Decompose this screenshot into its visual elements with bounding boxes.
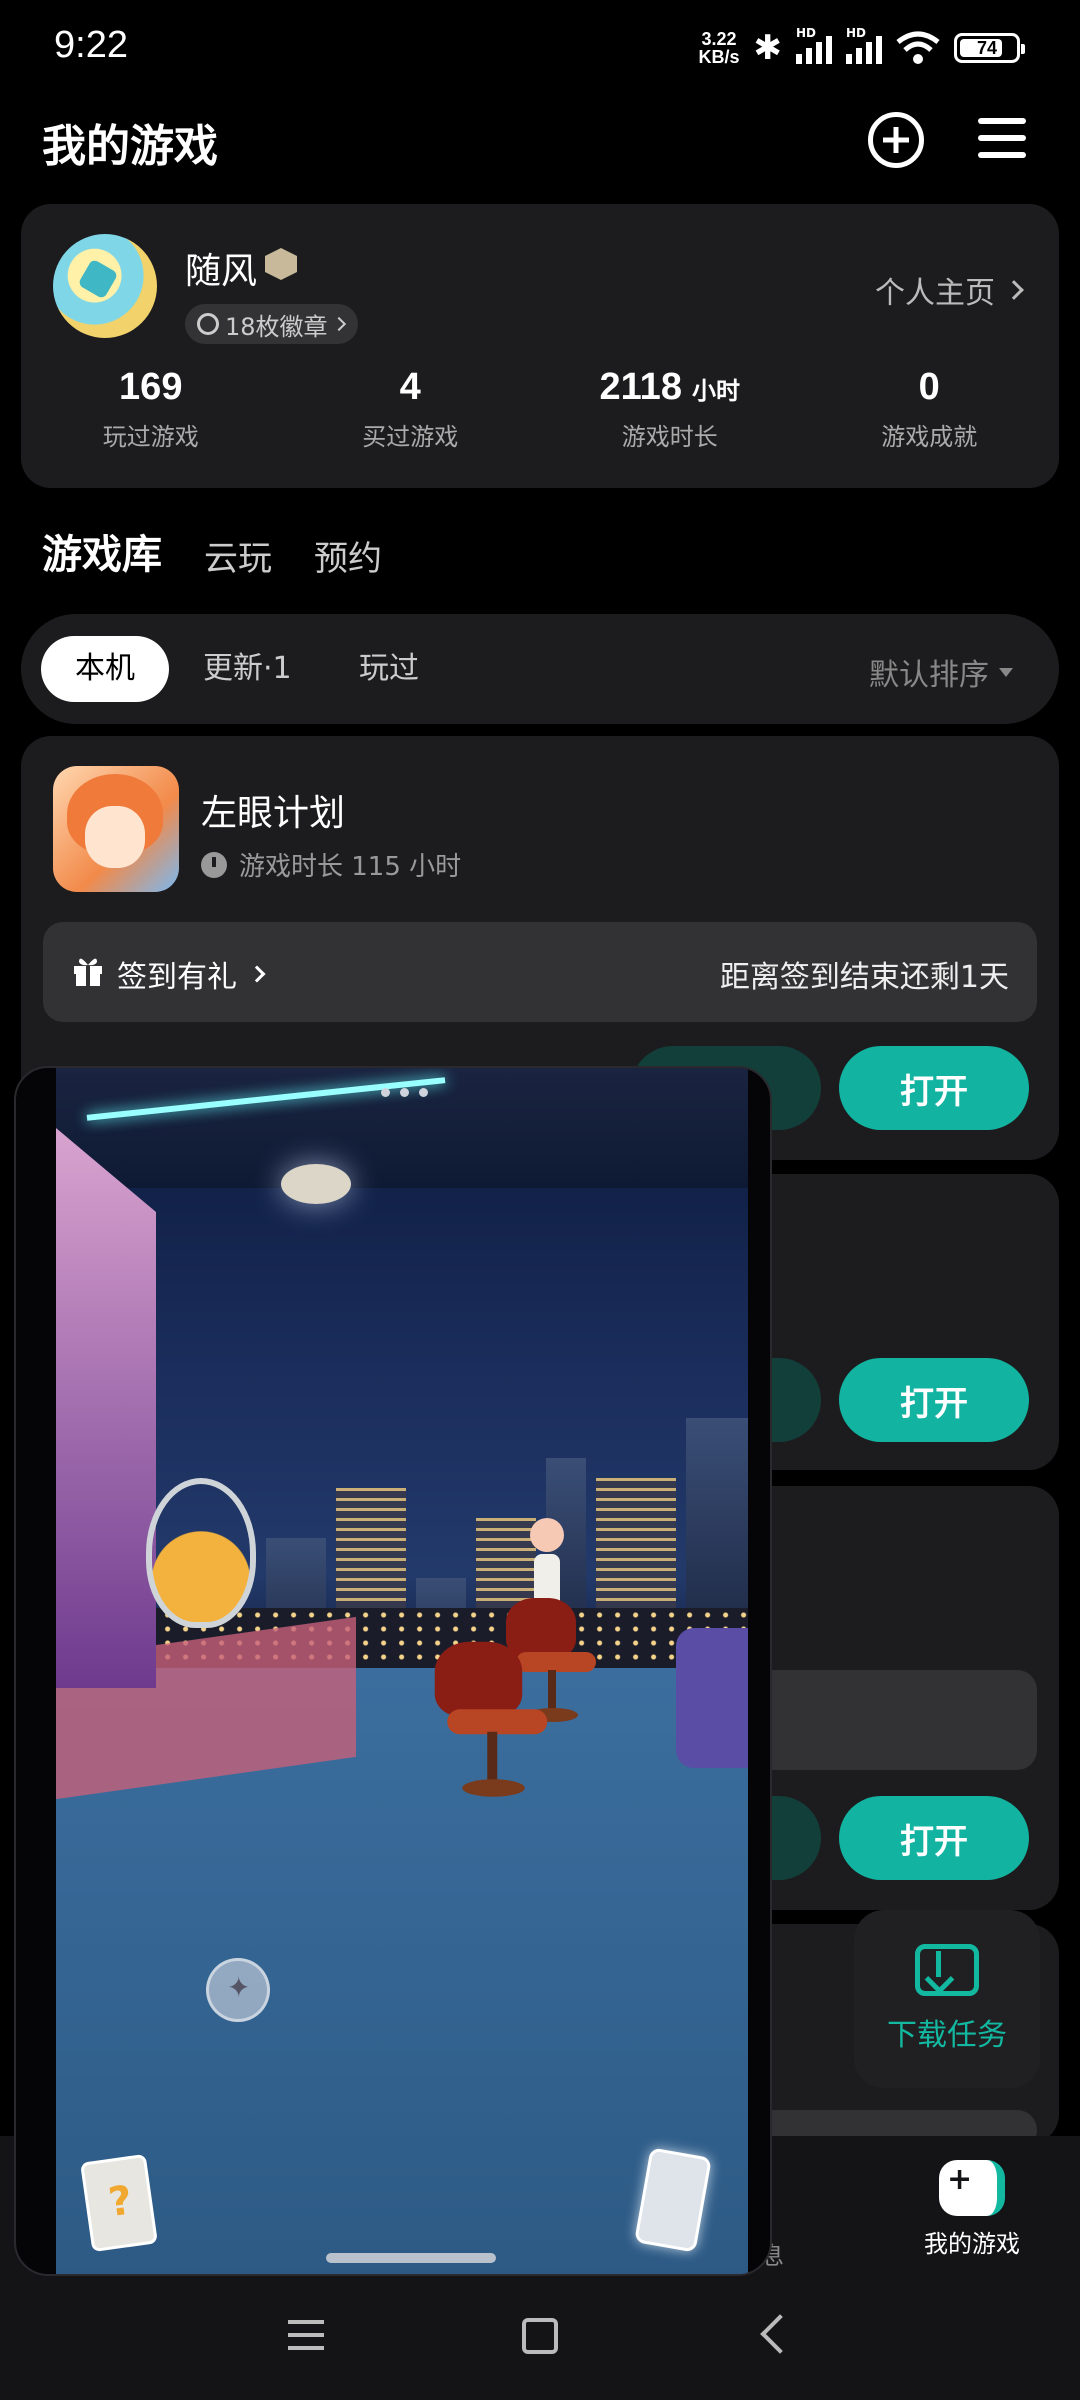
checkin-bar[interactable]: 签到有礼 距离签到结束还剩1天 (43, 922, 1037, 1022)
profile-stats: 169 玩过游戏 4 买过游戏 2118 小时 游戏时长 0 游戏成就 (21, 366, 1059, 452)
menu-icon[interactable] (978, 118, 1026, 158)
game-playtime: 游戏时长 115 小时 (201, 846, 461, 883)
gamepad-icon (939, 2160, 1005, 2216)
homepage-link[interactable]: 个人主页 (875, 268, 1024, 312)
game-scene[interactable] (56, 1068, 748, 2274)
nav-label-my-games: 我的游戏 (924, 2230, 1020, 2258)
download-task-label: 下载任务 (887, 2018, 1007, 2053)
filter-played[interactable]: 玩过 (359, 636, 419, 702)
tab-cloud-play[interactable]: 云玩 (204, 531, 272, 580)
caret-down-icon (999, 667, 1013, 677)
stat-playtime[interactable]: 2118 小时 游戏时长 (540, 366, 800, 452)
signal-1-icon: HD (796, 26, 832, 64)
stat-bought[interactable]: 4 买过游戏 (281, 366, 541, 452)
open-button[interactable]: 打开 (839, 1046, 1029, 1130)
badges-count: 18枚徽章 (225, 312, 328, 341)
stat-played[interactable]: 169 玩过游戏 (21, 366, 281, 452)
game-title: 左眼计划 (201, 793, 346, 834)
floating-game-window[interactable] (14, 1066, 772, 2276)
sort-dropdown[interactable]: 默认排序 (869, 650, 1013, 694)
chevron-right-icon (331, 316, 346, 332)
bluetooth-icon: ✱ (753, 28, 783, 68)
checkin-remaining: 距离签到结束还剩1天 (719, 960, 1009, 995)
filter-bar: 本机 更新·1 玩过 默认排序 (21, 614, 1059, 724)
level-badge-icon (265, 248, 297, 280)
moon-image (281, 1164, 351, 1204)
back-icon[interactable] (760, 2314, 800, 2354)
wifi-icon (896, 31, 940, 64)
timer-icon (201, 851, 227, 878)
battery-icon: 74 (954, 33, 1025, 63)
tab-game-library[interactable]: 游戏库 (40, 522, 164, 580)
network-speed: 3.22 KB/s (698, 29, 740, 67)
avatar[interactable] (53, 234, 157, 338)
main-tabs: 游戏库 云玩 预约 (40, 522, 382, 580)
system-nav-bar (0, 2276, 1080, 2400)
stat-achievements[interactable]: 0 游戏成就 (800, 366, 1060, 452)
tab-reservations[interactable]: 预约 (314, 531, 382, 580)
profile-card[interactable]: 随风 18枚徽章 个人主页 169 玩过游戏 4 买过游戏 2118 小时 游戏时… (21, 204, 1059, 488)
badges-pill[interactable]: 18枚徽章 (185, 304, 358, 344)
username: 随风 (185, 251, 258, 292)
gift-icon (74, 958, 102, 986)
medal-icon (197, 313, 219, 335)
recents-icon[interactable] (288, 2320, 324, 2350)
status-icons: 3.22 KB/s ✱ HD HD 74 (698, 26, 1025, 68)
chevron-right-icon (1004, 280, 1024, 300)
window-handle[interactable] (326, 2253, 496, 2263)
open-button[interactable]: 打开 (839, 1358, 1029, 1442)
download-icon (915, 1944, 979, 1996)
bar-stool-image (434, 1641, 548, 1805)
download-task-button[interactable]: 下载任务 (854, 1910, 1040, 2088)
signal-2-icon: HD (846, 26, 882, 64)
filter-updates[interactable]: 更新·1 (203, 636, 292, 702)
game-icon[interactable] (53, 766, 179, 892)
add-icon[interactable] (868, 112, 924, 168)
status-bar: 9:22 3.22 KB/s ✱ HD HD 74 (0, 0, 1080, 100)
mystery-book-icon[interactable] (80, 2153, 158, 2253)
status-time: 9:22 (54, 24, 128, 66)
open-button[interactable]: 打开 (839, 1796, 1029, 1880)
page-title: 我的游戏 (42, 121, 218, 172)
window-options-icon[interactable] (381, 1088, 428, 1097)
checkin-label: 签到有礼 (117, 952, 266, 996)
filter-local[interactable]: 本机 (41, 636, 169, 702)
joystick-icon[interactable] (206, 1958, 270, 2022)
chevron-right-icon (248, 965, 266, 983)
home-icon[interactable] (522, 2318, 558, 2354)
nav-item-my-games[interactable]: 我的游戏 (912, 2160, 1032, 2259)
egg-chair-image (146, 1478, 256, 1628)
